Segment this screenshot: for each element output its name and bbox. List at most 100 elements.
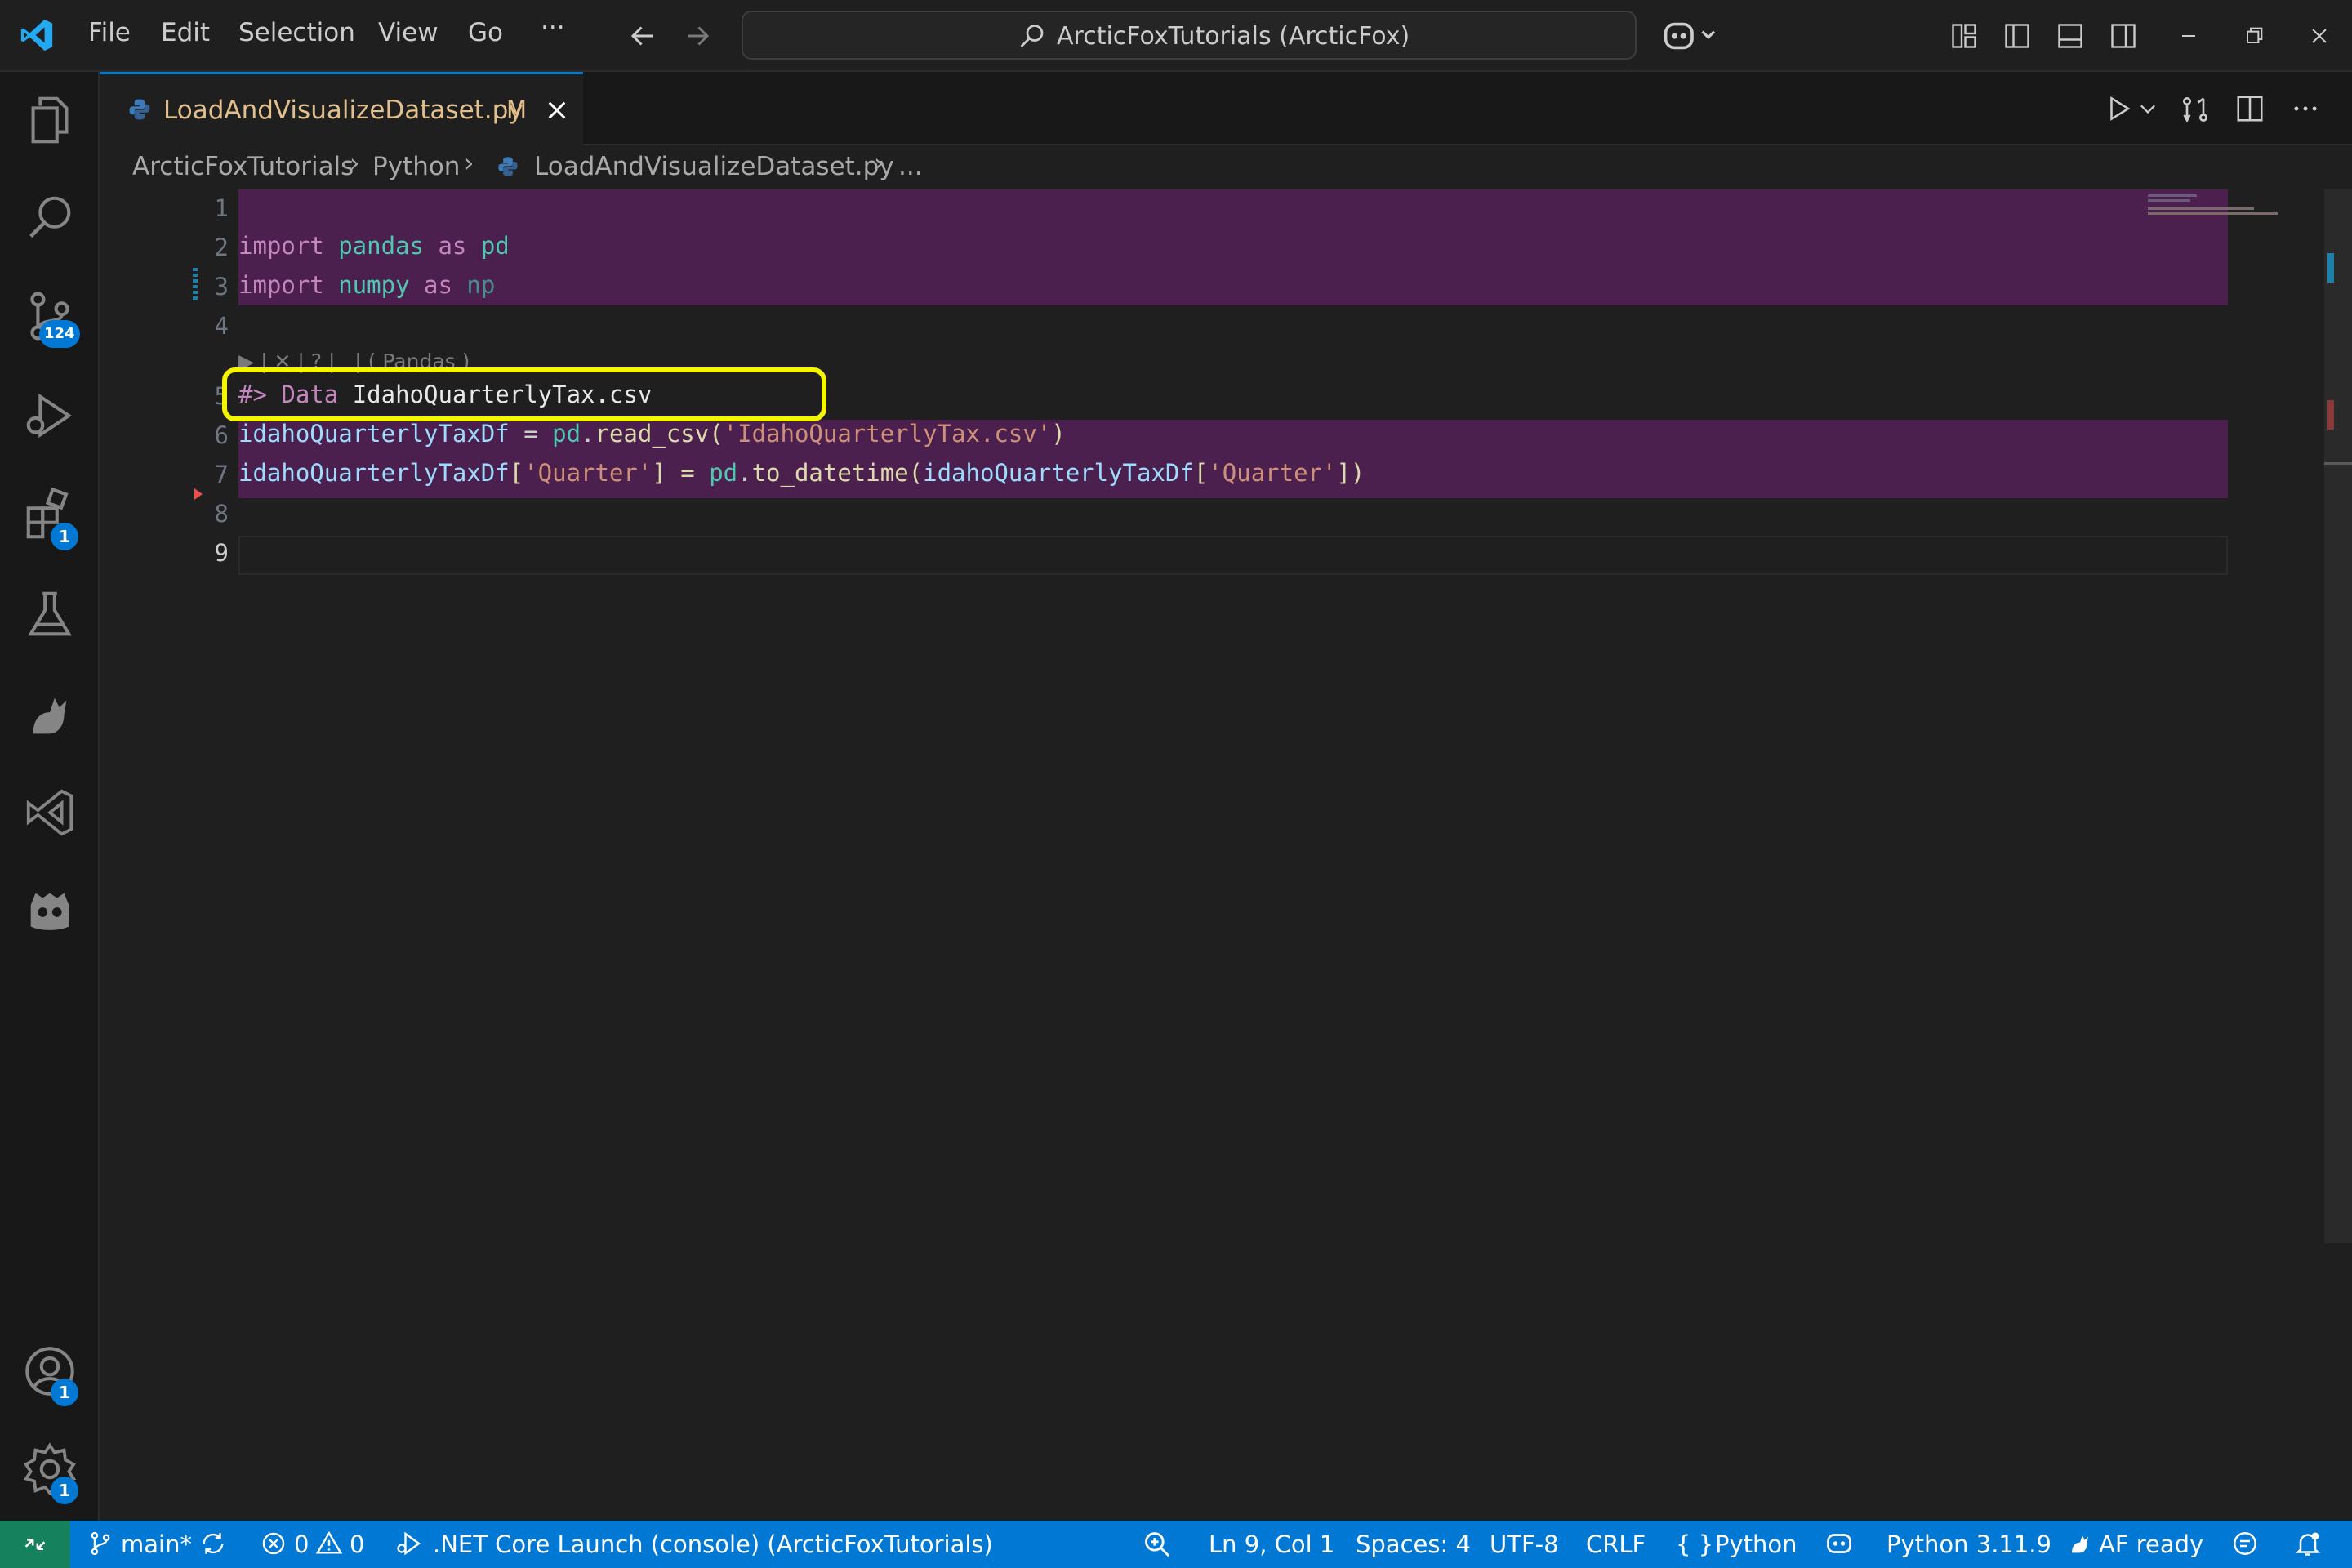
line-number: 1 xyxy=(214,194,229,222)
menu-file[interactable]: File xyxy=(88,18,131,47)
line-number: 4 xyxy=(214,312,229,340)
language-mode[interactable]: Python xyxy=(1715,1530,1797,1558)
command-center-label: ArcticFoxTutorials (ArcticFox) xyxy=(1057,22,1410,51)
explorer-icon[interactable] xyxy=(21,91,78,149)
scm-badge: 124 xyxy=(39,320,80,348)
code-line-7: idahoQuarterlyTaxDf['Quarter'] = pd.to_d… xyxy=(238,459,1365,487)
code-line-2: import pandas as pd xyxy=(238,232,510,260)
git-branch-icon xyxy=(87,1529,114,1558)
source-control-icon[interactable]: 124 xyxy=(21,287,80,348)
copilot-status-icon[interactable] xyxy=(1823,1529,1855,1558)
python-file-icon xyxy=(497,155,519,178)
close-tab-icon[interactable] xyxy=(544,97,570,123)
notifications-bell-icon[interactable] xyxy=(2293,1529,2323,1558)
settings-badge: 1 xyxy=(51,1477,78,1504)
file-encoding[interactable]: UTF-8 xyxy=(1490,1530,1559,1558)
chevron-right-icon: › xyxy=(350,149,360,178)
title-bar: File Edit Selection View Go ··· ArcticFo… xyxy=(0,0,2352,72)
toggle-panel-icon[interactable] xyxy=(2055,21,2086,51)
remote-indicator[interactable] xyxy=(0,1521,70,1568)
breadcrumb-symbols[interactable]: ... xyxy=(898,152,923,181)
warning-count[interactable]: 0 xyxy=(350,1530,364,1558)
debug-launch-config[interactable]: .NET Core Launch (console) (ArcticFoxTut… xyxy=(433,1530,993,1558)
current-line-highlight xyxy=(238,536,2228,575)
open-changes-icon[interactable] xyxy=(2179,93,2212,126)
line-number: 2 xyxy=(214,234,229,261)
run-dropdown-chevron-icon[interactable] xyxy=(2136,98,2159,121)
code-line-3: import numpy as np xyxy=(238,271,496,299)
activity-bar: 124 1 1 1 xyxy=(0,72,100,1521)
run-debug-icon[interactable] xyxy=(21,387,78,444)
highlight-block-imports xyxy=(238,189,2228,305)
debug-launch-icon xyxy=(394,1529,425,1558)
feedback-icon[interactable] xyxy=(2230,1529,2261,1558)
cursor-position[interactable]: Ln 9, Col 1 xyxy=(1209,1530,1334,1558)
tab-filename: LoadAndVisualizeDataset.py xyxy=(163,96,523,125)
git-branch-name[interactable]: main* xyxy=(121,1530,192,1558)
extensions-icon[interactable]: 1 xyxy=(21,487,78,550)
annotation-highlight-box xyxy=(222,368,826,421)
restore-icon[interactable] xyxy=(2241,23,2267,49)
command-center-search[interactable]: ArcticFoxTutorials (ArcticFox) xyxy=(742,11,1637,60)
forward-arrow-icon[interactable] xyxy=(682,21,713,51)
accounts-badge: 1 xyxy=(51,1379,78,1406)
run-python-file-icon[interactable] xyxy=(2104,93,2135,124)
language-braces-icon: { } xyxy=(1676,1530,1714,1558)
tab-loadandvisualizedataset[interactable]: LoadAndVisualizeDataset.py M xyxy=(100,72,583,145)
accounts-icon[interactable]: 1 xyxy=(21,1343,78,1406)
status-bar: main* 0 0 .NET Core Launch (console) (Ar… xyxy=(0,1521,2352,1568)
back-arrow-icon[interactable] xyxy=(627,21,658,51)
python-interpreter[interactable]: Python 3.11.9 xyxy=(1886,1530,2051,1558)
code-line-6: idahoQuarterlyTaxDf = pd.read_csv('Idaho… xyxy=(238,420,1066,448)
line-number: 8 xyxy=(214,500,229,528)
line-number-current: 9 xyxy=(214,539,229,567)
search-icon xyxy=(1018,22,1047,51)
line-number: 5 xyxy=(214,382,229,410)
af-status[interactable]: AF ready xyxy=(2099,1530,2203,1558)
breadcrumb: ArcticFoxTutorials › Python › LoadAndVis… xyxy=(100,145,2352,189)
error-count[interactable]: 0 xyxy=(294,1530,309,1558)
vertical-scrollbar[interactable] xyxy=(2324,189,2352,1243)
search-sidebar-icon[interactable] xyxy=(21,191,78,248)
breadcrumb-file[interactable]: LoadAndVisualizeDataset.py xyxy=(534,152,894,181)
chevron-right-icon: › xyxy=(874,149,884,178)
remote-icon xyxy=(24,1539,46,1550)
warning-icon xyxy=(315,1529,343,1558)
tab-modified-indicator: M xyxy=(506,96,528,123)
testing-icon[interactable] xyxy=(21,586,78,644)
sync-icon[interactable] xyxy=(199,1529,227,1558)
menu-edit[interactable]: Edit xyxy=(161,18,210,47)
settings-gear-icon[interactable]: 1 xyxy=(21,1441,78,1504)
git-deleted-gutter-icon xyxy=(194,488,204,500)
python-file-icon xyxy=(127,97,152,122)
minimap[interactable] xyxy=(2128,193,2278,217)
menu-selection[interactable]: Selection xyxy=(238,18,355,47)
customize-layout-icon[interactable] xyxy=(1949,21,1980,51)
code-editor[interactable]: 1 2 3 4 5 6 7 8 9 import pandas as pd im… xyxy=(100,189,2352,1521)
error-icon xyxy=(260,1529,287,1558)
indentation[interactable]: Spaces: 4 xyxy=(1356,1530,1471,1558)
split-editor-icon[interactable] xyxy=(2234,93,2265,124)
toggle-secondary-sidebar-icon[interactable] xyxy=(2108,21,2139,51)
minimize-icon[interactable] xyxy=(2176,23,2202,49)
menu-more[interactable]: ··· xyxy=(541,13,565,42)
extensions-badge: 1 xyxy=(51,523,78,550)
arctic-fox-icon[interactable] xyxy=(21,686,78,743)
copilot-icon[interactable] xyxy=(1663,20,1722,52)
end-of-line[interactable]: CRLF xyxy=(1586,1530,1646,1558)
arctic-fox-status-icon xyxy=(2066,1529,2094,1558)
more-actions-icon[interactable] xyxy=(2290,93,2321,124)
chevron-right-icon: › xyxy=(464,149,474,178)
menu-go[interactable]: Go xyxy=(468,18,503,47)
zoom-icon[interactable] xyxy=(1142,1529,1173,1560)
menu-view[interactable]: View xyxy=(378,18,439,47)
breadcrumb-folder-python[interactable]: Python xyxy=(372,152,460,181)
visual-studio-icon[interactable] xyxy=(21,784,78,841)
toggle-primary-sidebar-icon[interactable] xyxy=(2002,21,2033,51)
close-window-icon[interactable] xyxy=(2306,23,2332,49)
line-number: 6 xyxy=(214,421,229,449)
godot-icon[interactable] xyxy=(21,884,78,941)
editor-tab-bar: LoadAndVisualizeDataset.py M xyxy=(100,72,2352,145)
breadcrumb-folder-root[interactable]: ArcticFoxTutorials xyxy=(132,152,354,181)
vscode-logo-icon[interactable] xyxy=(18,16,56,54)
